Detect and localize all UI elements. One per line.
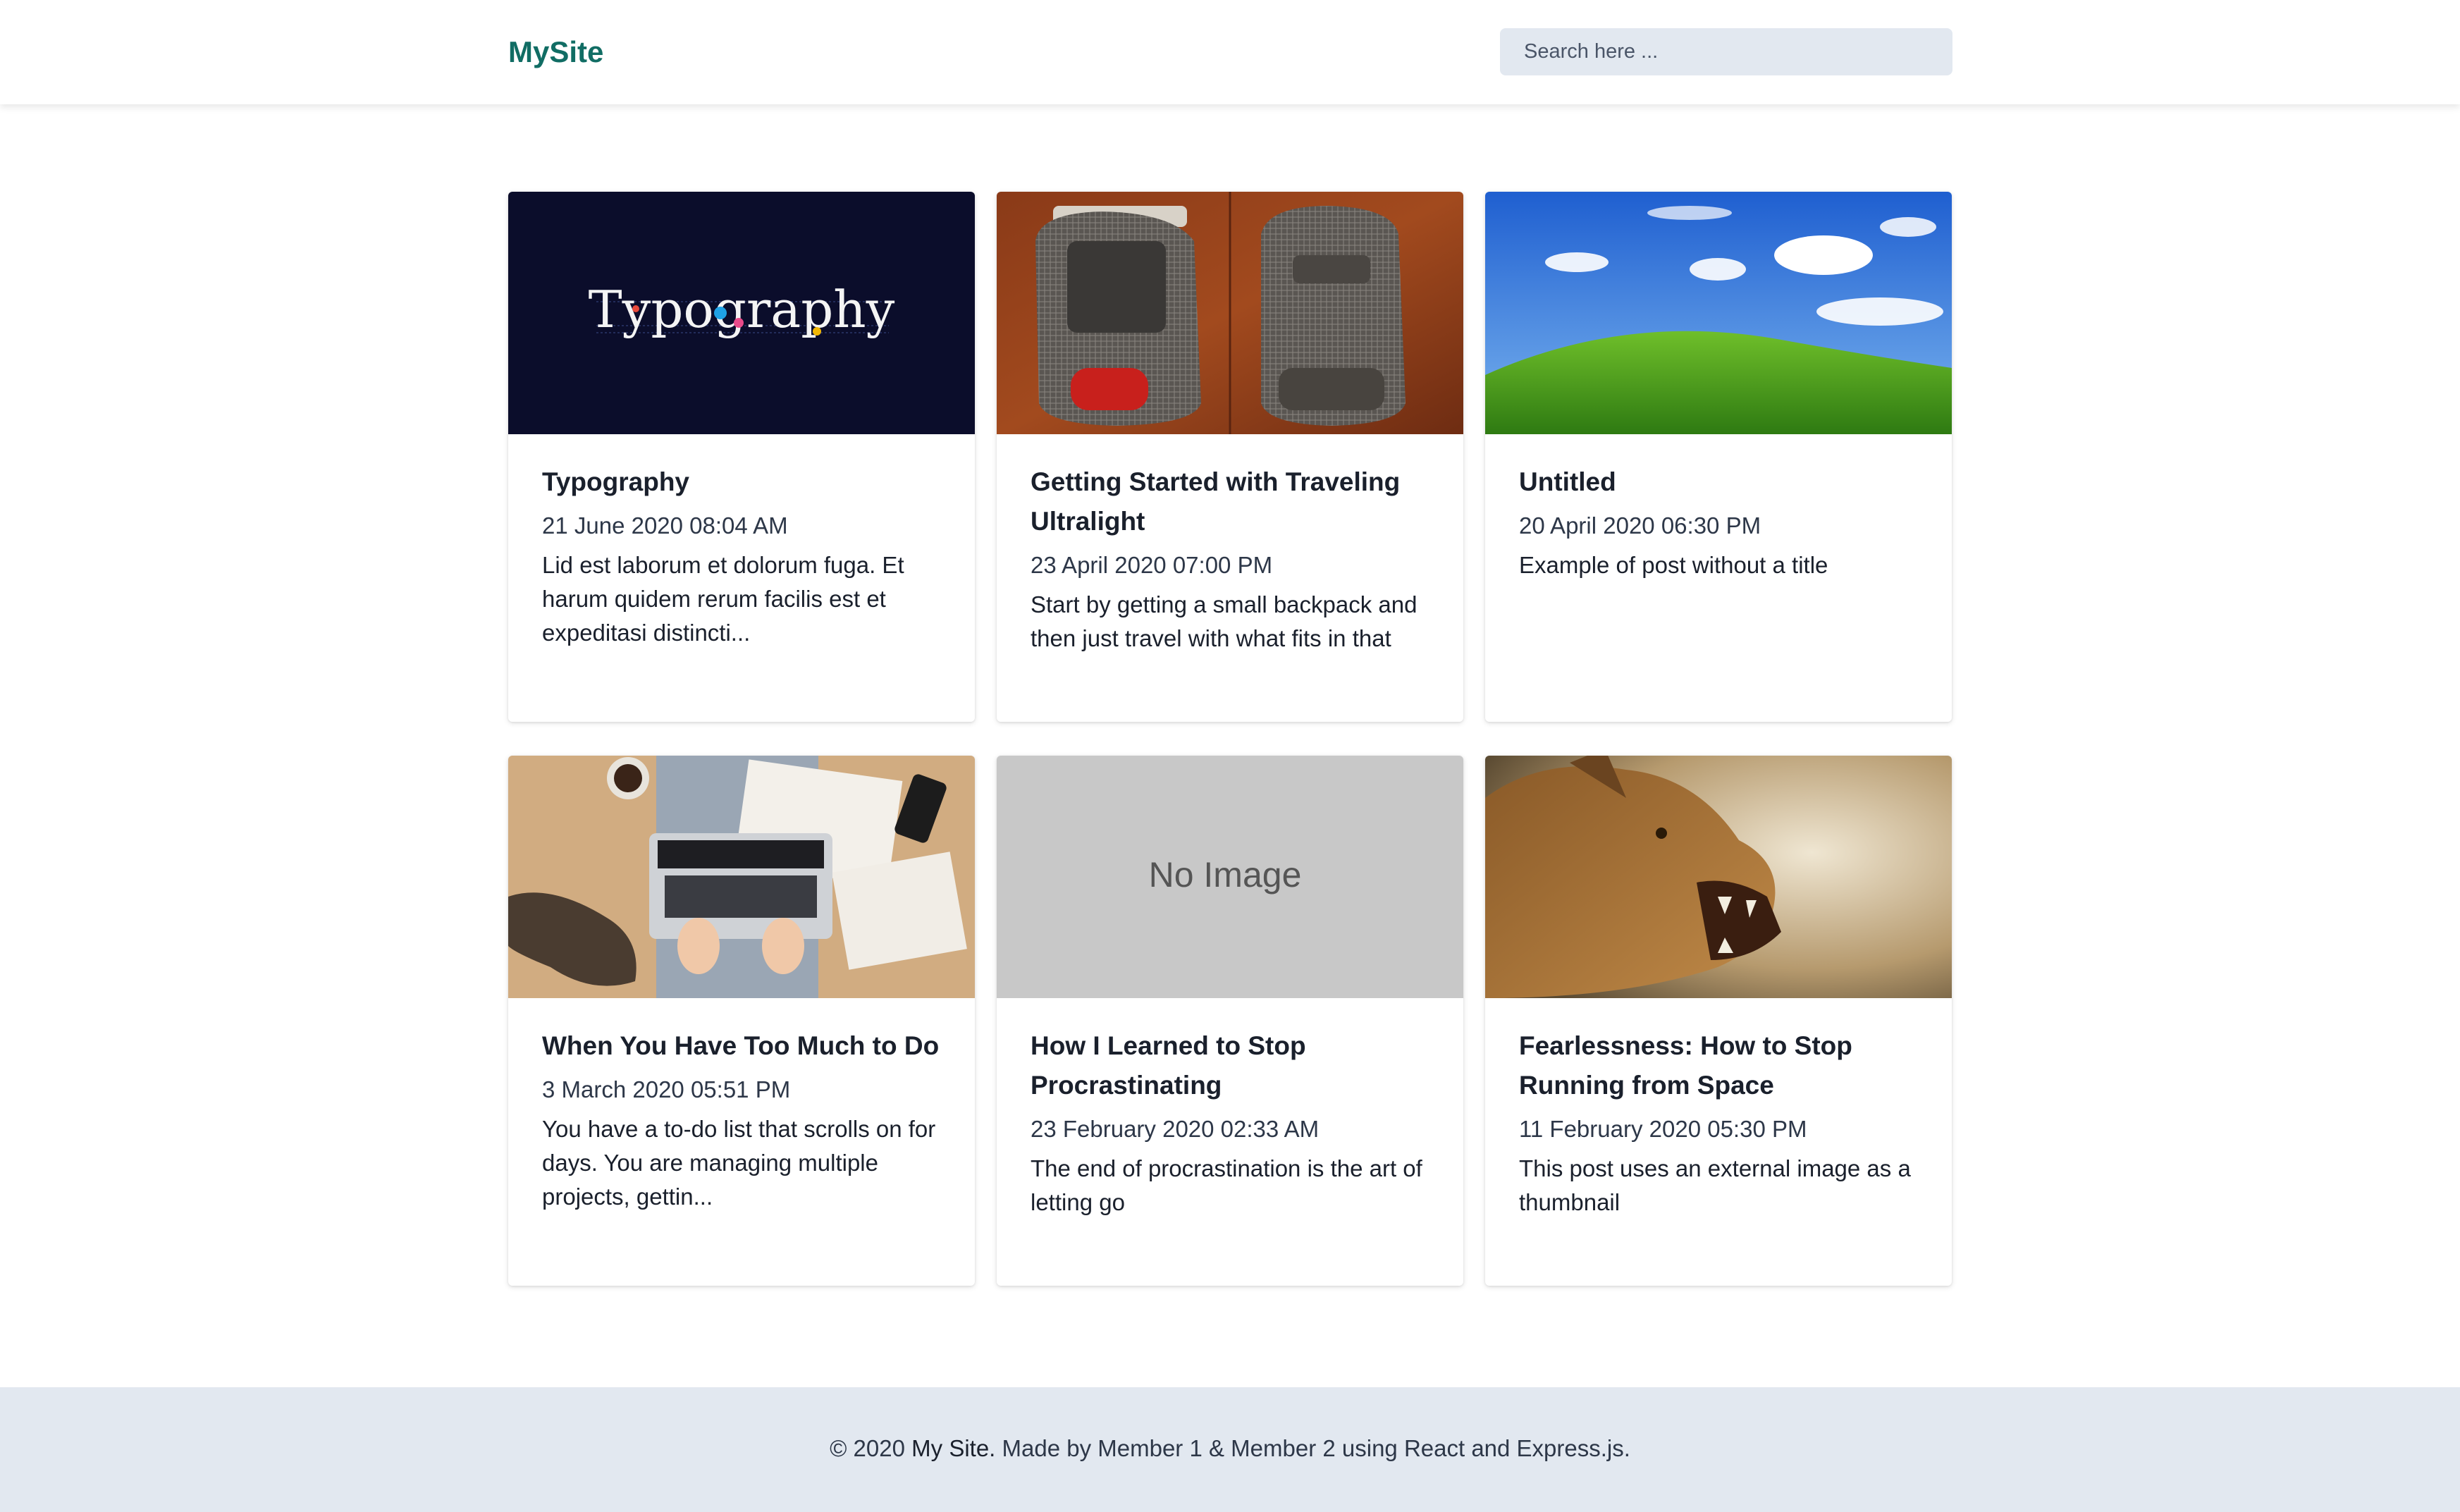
post-title[interactable]: How I Learned to Stop Procrastinating: [1031, 1026, 1429, 1105]
post-thumbnail[interactable]: [508, 756, 975, 998]
post-excerpt: Example of post without a title: [1519, 552, 1828, 578]
no-image-text: No Image: [1149, 855, 1302, 895]
post-thumbnail[interactable]: [1485, 192, 1952, 434]
post-date: 21 June 2020 08:04 AM: [542, 512, 788, 539]
post-title[interactable]: Untitled: [1519, 462, 1918, 502]
post-card[interactable]: No Image How I Learned to Stop Procrasti…: [997, 756, 1463, 1286]
post-card-body: Typography 21 June 2020 08:04 AM Lid est…: [508, 434, 975, 678]
post-card[interactable]: Getting Started with Traveling Ultraligh…: [997, 192, 1463, 722]
post-title[interactable]: Getting Started with Traveling Ultraligh…: [1031, 462, 1429, 541]
site-header: MySite: [0, 0, 2460, 104]
post-excerpt: The end of procrastination is the art of…: [1031, 1155, 1422, 1215]
post-card-body: Untitled 20 April 2020 06:30 PM Example …: [1485, 434, 1952, 610]
post-card[interactable]: Fearlessness: How to Stop Running from S…: [1485, 756, 1952, 1286]
footer-copyright: © 2020: [830, 1435, 905, 1461]
post-title[interactable]: When You Have Too Much to Do: [542, 1026, 941, 1066]
post-card-body: When You Have Too Much to Do 3 March 202…: [508, 998, 975, 1242]
post-excerpt: This post uses an external image as a th…: [1519, 1155, 1911, 1215]
green-hill-photo-image: [1485, 192, 1952, 434]
post-card-body: How I Learned to Stop Procrastinating 23…: [997, 998, 1463, 1248]
lioness-photo-image: [1485, 756, 1952, 998]
post-date: 23 April 2020 07:00 PM: [1031, 552, 1273, 578]
typography-banner-image: Typography: [508, 192, 975, 434]
post-excerpt: Start by getting a small backpack and th…: [1031, 591, 1417, 651]
post-thumbnail[interactable]: Typography: [508, 192, 975, 434]
post-thumbnail[interactable]: [1485, 756, 1952, 998]
no-image-placeholder: No Image: [997, 756, 1463, 998]
post-excerpt: You have a to-do list that scrolls on fo…: [542, 1116, 936, 1210]
post-date: 20 April 2020 06:30 PM: [1519, 512, 1761, 539]
search-input[interactable]: [1500, 28, 1952, 75]
post-title[interactable]: Fearlessness: How to Stop Running from S…: [1519, 1026, 1918, 1105]
post-card[interactable]: Untitled 20 April 2020 06:30 PM Example …: [1485, 192, 1952, 722]
post-card[interactable]: Typography Typography 21 June 2020 08:04…: [508, 192, 975, 722]
post-card-body: Getting Started with Traveling Ultraligh…: [997, 434, 1463, 684]
post-date: 3 March 2020 05:51 PM: [542, 1076, 791, 1102]
footer-site-link[interactable]: My Site.: [911, 1435, 995, 1461]
post-excerpt: Lid est laborum et dolorum fuga. Et haru…: [542, 552, 904, 646]
site-logo-link[interactable]: MySite: [508, 31, 603, 73]
footer-text: © 2020 My Site. Made by Member 1 & Membe…: [0, 1431, 2460, 1466]
post-card-body: Fearlessness: How to Stop Running from S…: [1485, 998, 1952, 1248]
post-card[interactable]: When You Have Too Much to Do 3 March 202…: [508, 756, 975, 1286]
post-date: 11 February 2020 05:30 PM: [1519, 1116, 1807, 1142]
site-footer: © 2020 My Site. Made by Member 1 & Membe…: [0, 1387, 2460, 1512]
post-date: 23 February 2020 02:33 AM: [1031, 1116, 1320, 1142]
backpacks-photo-image: [997, 192, 1463, 434]
laptop-desk-photo-image: [508, 756, 975, 998]
post-thumbnail[interactable]: No Image: [997, 756, 1463, 998]
post-thumbnail[interactable]: [997, 192, 1463, 434]
footer-credits: Made by Member 1 & Member 2 using React …: [1002, 1435, 1630, 1461]
post-title[interactable]: Typography: [542, 462, 941, 502]
